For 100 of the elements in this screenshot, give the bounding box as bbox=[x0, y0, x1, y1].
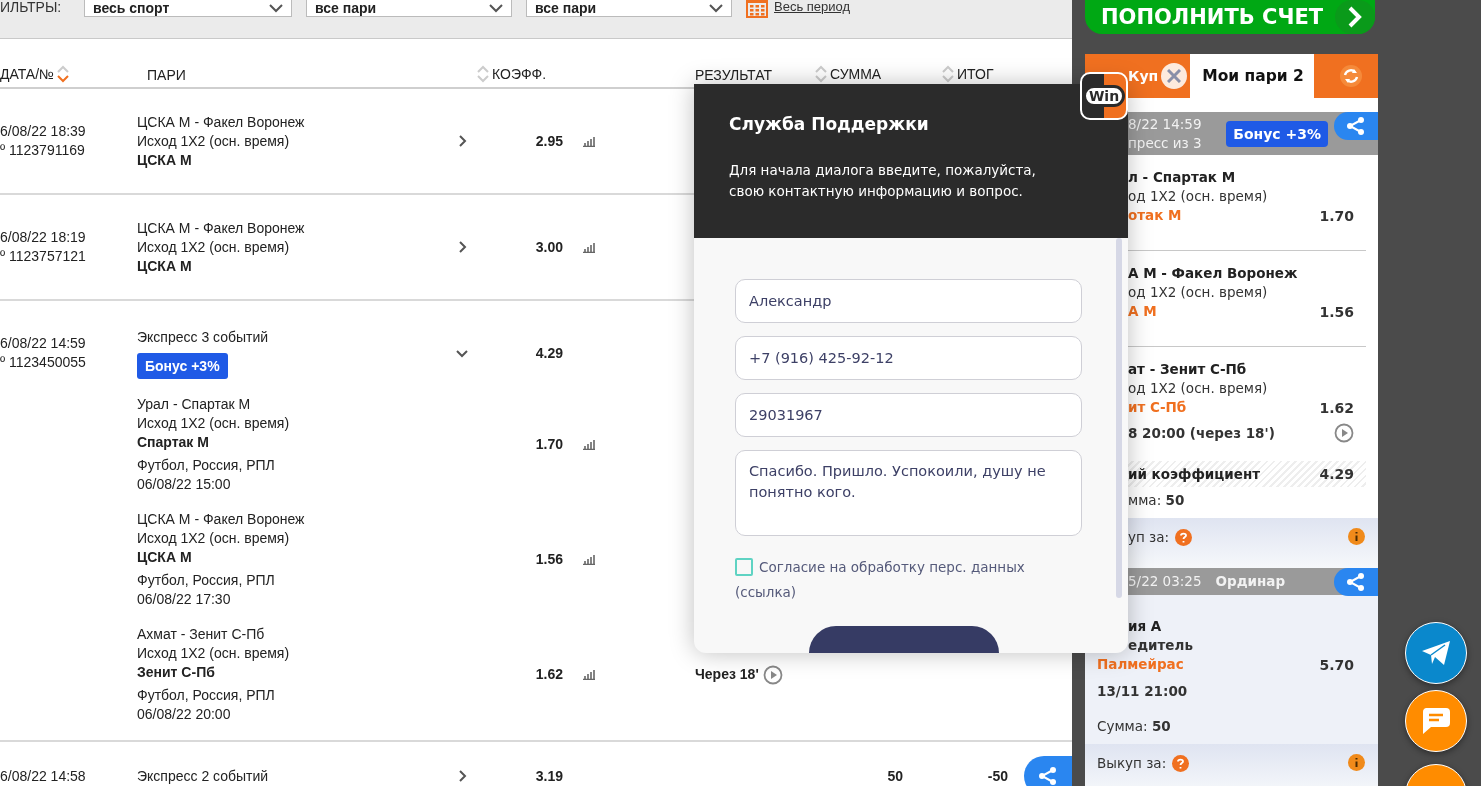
calendar-icon[interactable] bbox=[746, 0, 768, 18]
input-field[interactable]: 29031967 bbox=[735, 393, 1082, 437]
event-name: А М - Факел Воронеж bbox=[1128, 264, 1298, 283]
bar-chart-icon[interactable] bbox=[583, 135, 595, 147]
close-button[interactable] bbox=[1161, 63, 1188, 89]
input-field[interactable]: +7 (916) 425-92-12 bbox=[735, 336, 1082, 380]
filter-select[interactable]: весь спорт bbox=[84, 0, 292, 17]
column-header[interactable]: РЕЗУЛЬТАТ bbox=[695, 67, 772, 83]
buyout-label: уп за: bbox=[1128, 528, 1170, 547]
caret-icon bbox=[269, 3, 283, 13]
pick-name: Зенит С-Пб bbox=[137, 663, 215, 682]
bar-chart-icon[interactable] bbox=[583, 439, 595, 450]
start-time: 06/08/22 15:00 bbox=[137, 475, 231, 494]
column-header[interactable]: ПАРИ bbox=[147, 67, 186, 83]
bet-date: 5/22 03:25 bbox=[1128, 572, 1202, 591]
bar-chart-icon[interactable] bbox=[583, 554, 595, 565]
column-header[interactable]: КОЭФФ. bbox=[477, 65, 547, 83]
stake-amount: 50 bbox=[887, 766, 903, 786]
league-name: Футбол, Россия, РПЛ bbox=[137, 686, 275, 705]
share-button[interactable] bbox=[1334, 568, 1378, 596]
event-name: ия А bbox=[1128, 617, 1162, 636]
close-icon bbox=[1167, 69, 1182, 83]
event-name: ЦСКА М - Факел Воронеж bbox=[137, 112, 305, 132]
sort-icon[interactable] bbox=[57, 65, 70, 83]
pick-name: Палмейрас bbox=[1097, 655, 1184, 674]
pick-name: отак М bbox=[1128, 206, 1182, 225]
period-link[interactable]: Весь период bbox=[774, 0, 851, 13]
total-odds: 4.29 bbox=[1319, 466, 1354, 482]
sort-icon[interactable] bbox=[942, 65, 954, 83]
market-name: едитель bbox=[1128, 636, 1193, 655]
event-name: ЦСКА М - Факел Воронеж bbox=[137, 218, 305, 238]
caret-icon bbox=[709, 3, 723, 13]
bar-chart-icon[interactable] bbox=[583, 669, 595, 680]
odds-value: 1.62 bbox=[535, 665, 563, 684]
paper-plane-icon bbox=[1421, 640, 1451, 666]
share-icon bbox=[1346, 116, 1366, 136]
column-header[interactable]: ДАТА/№ bbox=[0, 65, 70, 83]
odds-value: 1.70 bbox=[1319, 207, 1354, 224]
filters-label: ИЛЬТРЫ: bbox=[0, 0, 63, 14]
bar-chart-icon[interactable] bbox=[583, 241, 595, 253]
pick-name: ЦСКА М bbox=[137, 548, 192, 567]
refresh-icon[interactable] bbox=[1340, 65, 1362, 87]
input-field[interactable]: Александр bbox=[735, 279, 1082, 323]
sort-icon[interactable] bbox=[815, 65, 827, 83]
share-button[interactable] bbox=[1024, 756, 1072, 786]
event-name: Ахмат - Зенит С-Пб bbox=[137, 625, 265, 644]
support-title: Служба Поддержки bbox=[729, 114, 930, 134]
start-time: 06/08/22 20:00 bbox=[137, 705, 231, 724]
odds-value: 1.56 bbox=[535, 550, 563, 569]
share-icon bbox=[1346, 572, 1366, 592]
share-button[interactable] bbox=[1334, 112, 1378, 140]
coupon-tab[interactable]: Мои пари 2 bbox=[1190, 54, 1314, 98]
market-name: Исход 1X2 (осн. время) bbox=[137, 237, 290, 257]
chat-logo[interactable]: Win bbox=[1080, 72, 1128, 120]
odds-value: 1.70 bbox=[535, 435, 563, 454]
odds-value: 3.19 bbox=[535, 766, 563, 786]
start-time: 13/11 21:00 bbox=[1097, 682, 1188, 701]
event-name: ат - Зенит С-Пб bbox=[1128, 360, 1247, 379]
pick-name: А М bbox=[1128, 302, 1157, 321]
event-name: л - Спартак М bbox=[1128, 168, 1236, 187]
play-icon[interactable] bbox=[1334, 423, 1354, 443]
buyout-label: Выкуп за: bbox=[1097, 754, 1167, 773]
pick-name: Спартак М bbox=[137, 433, 209, 452]
bet-number: º 1123757121 bbox=[0, 247, 86, 266]
column-header[interactable]: ИТОГ bbox=[942, 65, 994, 83]
start-time: 06/08/22 17:30 bbox=[137, 590, 231, 609]
consent-text: Согласие на обработку перс. данных bbox=[759, 559, 1025, 575]
bonus-badge: Бонус +3% bbox=[137, 352, 228, 379]
odds-value: 1.56 bbox=[1319, 303, 1354, 320]
info-icon[interactable] bbox=[1348, 528, 1365, 545]
play-icon[interactable] bbox=[762, 664, 783, 685]
bet-date: 6/08/22 18:39 bbox=[0, 122, 86, 141]
filter-select[interactable]: все пари bbox=[306, 0, 512, 17]
submit-button[interactable] bbox=[808, 626, 999, 653]
event-name: ЦСКА М - Факел Воронеж bbox=[137, 510, 305, 529]
bet-date: 8/22 14:59 bbox=[1128, 114, 1202, 134]
consent-checkbox[interactable] bbox=[735, 558, 753, 576]
odds-value: 2.95 bbox=[535, 131, 563, 151]
consent-link[interactable]: (ссылка) bbox=[735, 584, 797, 600]
chevron-right-icon bbox=[1347, 6, 1363, 28]
help-icon[interactable] bbox=[1175, 529, 1193, 546]
bet-type: Ординар bbox=[1215, 572, 1286, 591]
event-name: Урал - Спартак М bbox=[137, 395, 251, 414]
message-field[interactable]: Спасибо. Пришло. Успокоили, душу не понятно кого. bbox=[735, 450, 1082, 536]
market-name: Исход 1X2 (осн. время) bbox=[137, 529, 290, 548]
market-name: Исход 1X2 (осн. время) bbox=[137, 414, 290, 433]
bet-date: 6/08/22 18:19 bbox=[0, 228, 86, 247]
help-icon[interactable] bbox=[1172, 755, 1190, 772]
stake-label: мма: 50 bbox=[1128, 491, 1185, 510]
filter-select[interactable]: все пари bbox=[526, 0, 732, 17]
bet-total: -50 bbox=[987, 766, 1008, 786]
pick-name: ЦСКА М bbox=[137, 256, 192, 276]
bet-number: º 1123791169 bbox=[0, 141, 85, 160]
chat-bubble-icon bbox=[1421, 707, 1451, 735]
column-header[interactable]: СУММА bbox=[815, 65, 882, 83]
start-time: 8 20:00 (через 18') bbox=[1128, 423, 1275, 443]
scrollbar[interactable] bbox=[1116, 238, 1122, 598]
pick-name: ит С-Пб bbox=[1128, 398, 1187, 417]
info-icon[interactable] bbox=[1348, 754, 1365, 771]
odds-value: 4.29 bbox=[535, 343, 563, 363]
